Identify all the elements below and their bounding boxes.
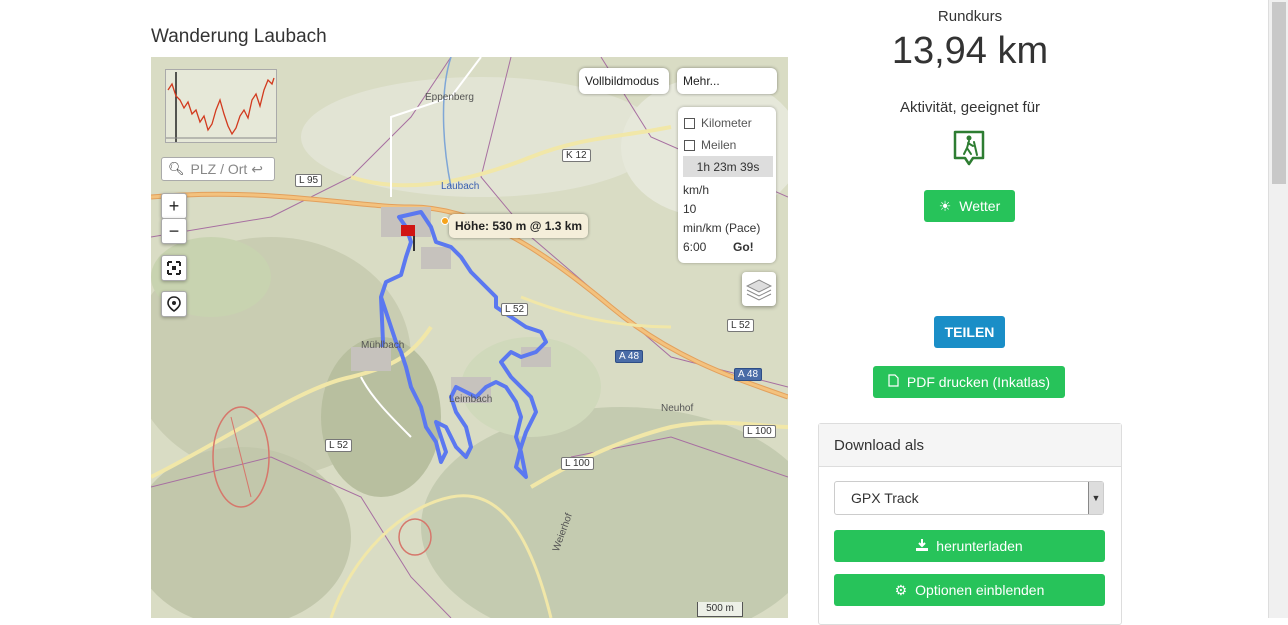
download-icon [916, 538, 929, 554]
search-input[interactable]: PLZ / Ort ↩ [191, 161, 263, 178]
place-label: Eppenberg [425, 92, 474, 103]
go-button[interactable]: Go! [733, 240, 754, 254]
download-button[interactable]: herunterladen [834, 530, 1105, 562]
kilometer-label: Kilometer [701, 116, 752, 130]
unit-miles-option[interactable]: Meilen [684, 138, 736, 152]
duration-display: 1h 23m 39s [683, 156, 773, 177]
format-selected: GPX Track [851, 490, 919, 506]
page-title: Wanderung Laubach [151, 26, 327, 47]
more-button[interactable]: Mehr... [677, 68, 777, 94]
zoom-in-button[interactable]: + [161, 193, 187, 219]
kilometer-checkbox[interactable] [684, 117, 695, 129]
pdf-print-button[interactable]: PDF drucken (Inkatlas) [873, 366, 1065, 398]
elevation-tooltip: Höhe: 530 m @ 1.3 km [449, 214, 589, 238]
location-pin-icon [167, 296, 181, 312]
road-label: L 52 [325, 439, 353, 452]
format-select[interactable]: GPX Track ▼ [834, 481, 1104, 515]
show-options-label: Optionen einblenden [915, 582, 1045, 598]
map-scale: 500 m [697, 602, 743, 617]
speed-options-panel: Kilometer Meilen 1h 23m 39s km/h 10 min/… [678, 107, 776, 263]
weather-button[interactable]: ☀︎ Wetter [924, 190, 1015, 222]
road-label: L 52 [501, 303, 529, 316]
unit-kilometer-option[interactable]: Kilometer [684, 116, 752, 130]
scrollbar-thumb[interactable] [1272, 2, 1286, 184]
page-scrollbar[interactable] [1268, 0, 1288, 618]
download-heading: Download als [819, 424, 1121, 467]
fit-bounds-button[interactable] [161, 255, 187, 281]
position-marker [441, 217, 449, 225]
miles-label: Meilen [701, 138, 737, 152]
layers-icon [746, 279, 772, 301]
location-search[interactable]: 🔍︎ PLZ / Ort ↩ [161, 157, 275, 181]
layers-button[interactable] [742, 272, 776, 306]
pace-input[interactable]: 6:00 [683, 240, 731, 256]
place-label: Laubach [441, 181, 480, 192]
hiking-icon [952, 129, 986, 167]
search-icon: 🔍︎ [168, 161, 185, 176]
road-label: L 95 [295, 174, 323, 187]
route-type-label: Rundkurs [937, 8, 1003, 25]
zoom-out-button[interactable]: − [161, 218, 187, 244]
chevron-down-icon[interactable]: ▼ [1088, 482, 1103, 514]
show-options-button[interactable]: ⚙︎ Optionen einblenden [834, 574, 1105, 606]
elevation-profile[interactable] [165, 69, 277, 143]
road-label: L 100 [743, 425, 776, 438]
pdf-print-label: PDF drucken (Inkatlas) [906, 374, 1051, 390]
speed-unit-label: km/h [683, 183, 710, 197]
speed-input[interactable]: 10 [683, 202, 731, 218]
road-label: A 48 [615, 350, 644, 363]
place-label: Leimbach [449, 394, 493, 405]
activity-label: Aktivität, geeignet für [899, 99, 1041, 116]
elevation-profile-chart [166, 72, 276, 142]
weather-button-label: Wetter [959, 198, 1001, 214]
fullscreen-button[interactable]: Vollbildmodus [579, 68, 669, 94]
miles-checkbox[interactable] [684, 139, 695, 151]
share-button[interactable]: TEILEN [934, 316, 1005, 348]
road-label: K 12 [562, 149, 591, 162]
place-label: Neuhof [661, 403, 694, 414]
route-distance: 13,94 km [891, 30, 1049, 72]
gears-icon: ⚙︎ [894, 581, 908, 598]
road-label: L 100 [561, 457, 594, 470]
download-panel: Download als GPX Track ▼ herunterladen ⚙… [818, 423, 1122, 625]
locate-button[interactable] [161, 291, 187, 317]
pace-unit-label: min/km (Pace) [683, 221, 761, 235]
download-button-label: herunterladen [936, 538, 1023, 554]
map[interactable]: Eppenberg Laubach Neuhof Weierhof Leimba… [151, 57, 788, 618]
file-pdf-icon [888, 374, 899, 390]
sun-icon: ☀︎ [938, 197, 952, 214]
road-label: A 48 [734, 368, 763, 381]
road-label: L 52 [727, 319, 755, 332]
place-label: Mühlbach [361, 340, 405, 351]
expand-icon [167, 261, 181, 275]
